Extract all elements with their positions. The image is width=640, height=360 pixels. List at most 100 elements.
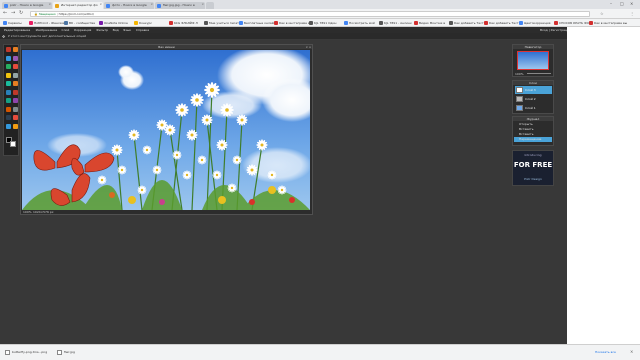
tool-icon[interactable]	[13, 47, 18, 52]
downloads-bar: butterfly-png-trns...png flwr.jpg Показа…	[0, 344, 640, 360]
bookmarks-bar: Сервисы Hotlfrond - Женский ВК - сообществ…	[0, 19, 640, 27]
editor-menu-item[interactable]: Изображение	[36, 28, 58, 32]
background-color-swatch[interactable]	[10, 141, 16, 147]
editor-menu-item[interactable]: Слой	[62, 28, 70, 32]
bookmark-item[interactable]: Видео Монтаж в	[414, 21, 445, 25]
tool-icon[interactable]	[6, 123, 11, 129]
close-tab-icon[interactable]: ×	[201, 3, 204, 6]
tool-icon[interactable]	[13, 55, 18, 61]
close-tab-icon[interactable]: ×	[48, 3, 51, 6]
minimize-icon[interactable]: –	[610, 1, 612, 6]
tool-icon[interactable]	[13, 115, 18, 120]
tab-pixlr-search[interactable]: pixlr - Поиск в Google ×	[2, 2, 52, 9]
tool-options-bar: ✥ У этого инструмента нет дополнительных…	[0, 33, 567, 40]
bookmark-favicon-icon	[449, 21, 453, 25]
tool-icon[interactable]	[13, 98, 18, 103]
bookmark-favicon-icon	[309, 21, 313, 25]
layers-panel: Слои Слой 3 Слой 2 Слой 1	[512, 80, 554, 114]
close-tab-icon[interactable]: ×	[99, 3, 102, 6]
bookmark-item[interactable]: KJL 7891 Один	[309, 21, 336, 25]
tool-icon[interactable]	[6, 89, 11, 95]
bookmark-item[interactable]: Конкурс	[134, 21, 152, 25]
tool-icon[interactable]	[13, 123, 18, 129]
star-icon[interactable]: ☆	[600, 11, 604, 16]
navigator-zoom: 100%	[515, 72, 524, 76]
bookmark-item[interactable]: Как добавить Тест	[484, 21, 519, 25]
show-all-downloads[interactable]: Показать все	[595, 348, 616, 357]
editor-menu-item[interactable]: Фильтр	[96, 28, 108, 32]
bookmark-item[interactable]: Мне учиться писать	[204, 21, 241, 25]
tool-icon[interactable]	[6, 64, 11, 69]
bookmark-item[interactable]: СПОСОБ КРАТЬ ФОТ	[554, 21, 591, 25]
bookmark-favicon-icon	[204, 21, 208, 25]
tool-options-text: У этого инструмента нет дополнительных о…	[8, 34, 87, 38]
editor-menu-item[interactable]: Вид	[113, 28, 119, 32]
tab-pixlr-editor[interactable]: Интернет-редактор фо ×	[53, 2, 103, 9]
bookmark-item[interactable]: KJL 7891 - Анлинк	[379, 21, 412, 25]
editor-menu-item[interactable]: Язык	[123, 28, 131, 32]
new-tab-button[interactable]	[206, 2, 214, 9]
tool-icon[interactable]	[13, 89, 18, 95]
tool-icon[interactable]	[6, 106, 11, 112]
bookmark-item[interactable]: Как в инстаграме вы	[274, 21, 312, 25]
history-panel: Журнал Открыть Вставить Вставить Перемещ…	[512, 116, 554, 146]
canvas-size-status: 1024×576 px	[33, 210, 54, 214]
tool-icon[interactable]	[6, 115, 11, 120]
close-window-icon[interactable]: ×	[630, 1, 633, 6]
bookmark-item[interactable]: Бесплатные онлайн	[239, 21, 276, 25]
bookmark-favicon-icon	[29, 21, 33, 25]
bookmark-favicon-icon	[239, 21, 243, 25]
flower-photo	[22, 50, 310, 210]
bookmark-item[interactable]: Hotlfrond - Женский	[29, 21, 65, 25]
zoom-slider[interactable]	[527, 73, 551, 74]
close-downloads-icon[interactable]: ×	[630, 349, 633, 354]
address-input[interactable]: 🔒 Защищено | https://pixlr.com/editor/	[30, 11, 590, 17]
ad-banner[interactable]: Introducing FOR FREE Pixlr Design	[512, 150, 554, 186]
tool-icon[interactable]	[13, 72, 18, 78]
close-canvas-icon[interactable]: × ▫	[305, 45, 311, 49]
bookmark-item[interactable]: Сервисы	[3, 21, 22, 25]
layer-row-1[interactable]: Слой 1	[515, 104, 552, 112]
tool-icon[interactable]	[6, 98, 11, 103]
menu-icon[interactable]: ⋮	[630, 11, 634, 16]
bookmark-item[interactable]: KCG ЭЛЬЭЙФ Л	[169, 21, 198, 25]
navigator-thumbnail[interactable]	[517, 51, 549, 70]
close-tab-icon[interactable]: ×	[150, 3, 153, 6]
tool-icon[interactable]	[6, 47, 11, 52]
google-icon	[106, 4, 110, 8]
bookmark-item[interactable]: Как добавить Тест	[449, 21, 484, 25]
forward-icon[interactable]: →	[11, 11, 15, 16]
editor-menu-item[interactable]: Справка	[136, 28, 149, 32]
layer-row-2[interactable]: Слой 2	[515, 95, 552, 103]
tab-flwr-search[interactable]: flwr.jpg.jpg - Поиск в ×	[155, 2, 205, 9]
tool-icon[interactable]	[13, 64, 18, 69]
image-canvas[interactable]	[22, 50, 310, 210]
tab-photo-search[interactable]: фото - Поиск в Google ×	[104, 2, 154, 9]
editor-menu-item[interactable]: Коррекция	[74, 28, 91, 32]
tool-icon[interactable]	[6, 81, 11, 86]
maximize-icon[interactable]: □	[620, 1, 624, 6]
editor-menu-item[interactable]: Редактирование	[4, 28, 30, 32]
bookmark-favicon-icon	[344, 21, 348, 25]
layer-thumbnail	[516, 87, 523, 93]
bookmark-item[interactable]: ВК - сообщества	[64, 21, 95, 25]
reload-icon[interactable]: ↻	[19, 11, 23, 16]
download-item[interactable]: flwr.jpg	[56, 348, 86, 357]
tool-icon[interactable]	[13, 81, 18, 86]
bookmark-favicon-icon	[274, 21, 278, 25]
bookmark-item[interactable]: Посмотреть мой	[344, 21, 375, 25]
bookmark-item[interactable]: Цветокоррекция	[519, 21, 550, 25]
bookmark-item[interactable]: Как в инстаграме вы	[589, 21, 627, 25]
tool-icon[interactable]	[13, 106, 18, 112]
tool-icon[interactable]	[6, 55, 11, 61]
tool-icon[interactable]	[6, 72, 11, 78]
canvas-window: Без имени × ▫ 100% 1024×576 px	[20, 44, 313, 215]
download-item[interactable]: butterfly-png-trns...png	[4, 348, 52, 357]
bookmark-favicon-icon	[589, 21, 593, 25]
back-icon[interactable]: ←	[3, 11, 7, 16]
bookmark-favicon-icon	[169, 21, 173, 25]
history-item-active[interactable]: Перемещение	[514, 137, 552, 142]
layer-row-3[interactable]: Слой 3	[515, 86, 552, 94]
bookmark-item[interactable]: OneNote Online	[99, 21, 128, 25]
bookmark-favicon-icon	[484, 21, 488, 25]
